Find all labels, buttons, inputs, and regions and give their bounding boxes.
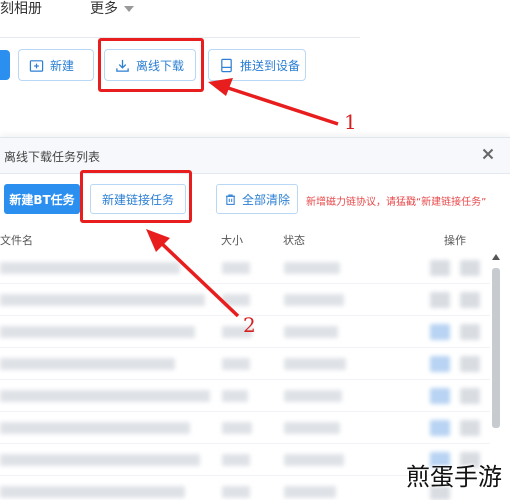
row-action[interactable]	[430, 260, 450, 276]
close-icon[interactable]	[480, 146, 496, 162]
row-action[interactable]	[430, 292, 450, 308]
dialog-header: 离线下载任务列表	[0, 138, 510, 174]
blurred-size	[222, 294, 250, 306]
row-action[interactable]	[460, 324, 480, 340]
push-to-device-button[interactable]: 推送到设备	[208, 49, 306, 81]
blurred-filename	[0, 422, 190, 434]
blurred-filename	[0, 454, 200, 466]
table-row[interactable]	[0, 380, 490, 412]
table-row[interactable]	[0, 284, 490, 316]
blurred-status	[284, 326, 338, 338]
blurred-size	[222, 262, 250, 274]
nav-album[interactable]: 刻相册	[0, 0, 42, 18]
column-filename: 文件名	[0, 234, 33, 247]
nav-more[interactable]: 更多	[90, 0, 134, 18]
blurred-filename	[0, 294, 205, 306]
watermark: 煎蛋手游	[406, 463, 502, 491]
device-icon	[221, 58, 232, 72]
highlight-offline-download	[98, 38, 204, 92]
table-header: 文件名 大小 状态 操作	[0, 232, 510, 250]
blurred-filename	[0, 486, 185, 498]
blurred-size	[222, 454, 250, 466]
new-button-label: 新建	[50, 58, 75, 73]
top-nav: 刻相册 更多	[0, 0, 510, 38]
blurred-status	[284, 294, 344, 306]
step-2-label: 2	[243, 313, 256, 337]
table-row[interactable]	[0, 412, 490, 444]
push-to-device-label: 推送到设备	[240, 58, 301, 73]
row-action[interactable]	[430, 356, 450, 372]
clear-all-button[interactable]: 全部清除	[216, 184, 298, 214]
folder-plus-icon	[29, 59, 44, 72]
blurred-status	[284, 422, 340, 434]
row-action[interactable]	[460, 292, 480, 308]
blurred-size	[222, 358, 250, 370]
row-action[interactable]	[460, 388, 480, 404]
blurred-filename	[0, 326, 195, 338]
row-action[interactable]	[430, 388, 450, 404]
upload-button-edge[interactable]	[0, 50, 10, 80]
scroll-up-icon[interactable]	[492, 254, 500, 260]
trash-icon	[226, 194, 235, 205]
row-action[interactable]	[430, 420, 450, 436]
blurred-status	[284, 390, 342, 402]
new-bt-task-button[interactable]: 新建BT任务	[4, 184, 80, 214]
arrow-step-1	[208, 78, 339, 126]
column-status: 状态	[283, 234, 305, 247]
blurred-filename	[0, 358, 175, 370]
dialog-title: 离线下载任务列表	[4, 150, 101, 164]
row-action[interactable]	[460, 260, 480, 276]
nav-more-label: 更多	[90, 1, 118, 17]
blurred-size	[222, 486, 250, 498]
blurred-status	[284, 358, 346, 370]
blurred-status	[284, 262, 340, 274]
blurred-status	[284, 486, 336, 498]
step-1-label: 1	[344, 110, 357, 134]
table-row[interactable]	[0, 348, 490, 380]
blurred-size	[222, 422, 252, 434]
blurred-filename	[0, 262, 180, 274]
blurred-size	[222, 390, 248, 402]
row-action[interactable]	[430, 324, 450, 340]
table-row[interactable]	[0, 252, 490, 284]
chevron-down-icon	[124, 6, 134, 12]
column-operations: 操作	[444, 234, 466, 247]
scroll-thumb[interactable]	[492, 268, 500, 428]
magnet-hint: 新增磁力链协议，请猛戳“新建链接任务”	[306, 197, 487, 208]
highlight-new-link-task	[80, 170, 192, 223]
row-action[interactable]	[460, 356, 480, 372]
row-action[interactable]	[460, 420, 480, 436]
blurred-status	[284, 454, 344, 466]
new-button[interactable]: 新建	[18, 49, 94, 81]
clear-all-label: 全部清除	[241, 192, 290, 207]
column-size: 大小	[221, 234, 243, 247]
blurred-filename	[0, 390, 210, 402]
